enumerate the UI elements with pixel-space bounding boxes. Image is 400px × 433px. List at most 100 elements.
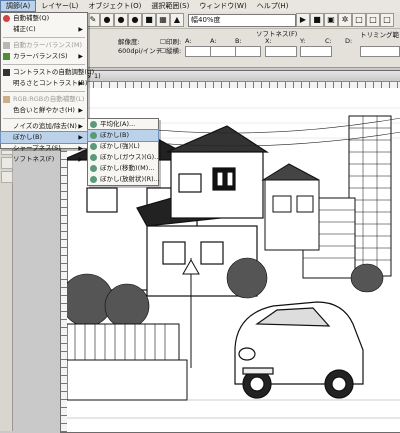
menu-item-noise[interactable]: ノイズの追加/除去(N) ▶: [1, 121, 87, 132]
chevron-right-icon: ▶: [78, 53, 83, 60]
play-icon: ▶: [299, 15, 307, 24]
menu-object[interactable]: オブジェクト(O): [83, 0, 146, 12]
blur-icon: [90, 165, 97, 172]
rgb-icon: [3, 96, 10, 103]
square-icon: □: [383, 15, 391, 24]
y-label: Y:: [300, 37, 306, 45]
tool-button[interactable]: ●: [128, 13, 142, 27]
x-label: X:: [265, 37, 272, 45]
blur-icon: [90, 132, 97, 139]
menu-separator: [3, 91, 85, 92]
field-b[interactable]: [235, 46, 261, 57]
x-field[interactable]: [265, 46, 297, 57]
field-label-d: D:: [345, 37, 353, 45]
tool-button[interactable]: ✎: [86, 13, 100, 27]
menu-item-auto-color-balance: 自動カラーバランス(M): [1, 40, 87, 51]
chevron-right-icon: ▶: [78, 134, 83, 141]
menu-item-blur-gauss[interactable]: ぼかし(ガウス)(G)...: [88, 152, 160, 163]
blur-icon: [90, 121, 97, 128]
menu-separator: [3, 118, 85, 119]
menu-item-blur-normal[interactable]: ぼかし(B): [87, 129, 159, 142]
chevron-right-icon: ▶: [78, 145, 83, 152]
width-select[interactable]: 幅40%度: [188, 14, 296, 27]
print-label: 印刷:: [166, 38, 182, 46]
document-title: a (ラスタ 1): [61, 71, 400, 82]
tool-button[interactable]: ✲: [338, 13, 352, 27]
checkbox-print[interactable]: ☐: [160, 38, 166, 46]
menu-item-hue-saturation[interactable]: 色合いと鮮やかさ(H) ▶: [1, 105, 87, 116]
tool-button[interactable]: □: [380, 13, 394, 27]
field-a2[interactable]: [210, 46, 236, 57]
ratio-label: 縦横:: [166, 47, 182, 55]
menu-item-blur-motion[interactable]: ぼかし(移動)(M)...: [88, 163, 158, 174]
checkbox-ratio[interactable]: ☐: [160, 47, 166, 55]
menu-separator: [3, 37, 85, 38]
tool-button[interactable]: □: [352, 13, 366, 27]
color-balance-icon: [3, 42, 10, 49]
menu-item-auto-contrast[interactable]: コントラストの自動調整(U): [1, 67, 94, 78]
menu-item-blur[interactable]: ぼかし(B) ▶: [0, 131, 88, 144]
menu-selection[interactable]: 選択範囲(S): [146, 0, 194, 12]
chevron-right-icon: ▶: [78, 123, 83, 130]
square-icon: □: [355, 15, 363, 24]
auto-icon: [3, 15, 10, 22]
gear-icon: ✲: [341, 15, 349, 24]
chevron-right-icon: ▶: [78, 80, 83, 87]
tool-button[interactable]: ●: [100, 13, 114, 27]
square-icon: □: [369, 15, 377, 24]
chevron-right-icon: ▶: [78, 26, 83, 33]
blur-submenu: 平均化(A)... ぼかし(B) ぼかし(強)(L) ぼかし(ガウス)(G)..…: [87, 118, 160, 186]
triangle-icon: ▲: [173, 15, 181, 24]
menu-window[interactable]: ウィンドウ(W): [194, 0, 251, 12]
zoom-tool[interactable]: [1, 171, 13, 183]
chevron-right-icon: ▶: [78, 107, 83, 114]
density-value: 600dpi/インチ: [118, 47, 163, 55]
contrast-icon: [3, 69, 10, 76]
tool-button[interactable]: ●: [114, 13, 128, 27]
tool-button[interactable]: ▲: [170, 13, 184, 27]
adjust-menu: 自動補整(Q) 補正(C) ▶ 自動カラーバランス(M) カラーバランス(S) ▶ …: [0, 12, 94, 163]
blur-icon: [90, 176, 97, 183]
menu-separator: [3, 64, 85, 65]
stop-button[interactable]: ■: [310, 13, 324, 27]
field-label-a2: A:: [210, 37, 217, 45]
menu-item-color-balance[interactable]: カラーバランス(S) ▶: [1, 51, 87, 62]
density-label: 解像度:: [118, 38, 140, 46]
grid-icon: ▦: [159, 15, 167, 24]
brush-icon: ✎: [89, 15, 97, 24]
tool-button[interactable]: ▦: [156, 13, 170, 27]
tool-button[interactable]: ■: [142, 13, 156, 27]
menu-item-correction[interactable]: 補正(C) ▶: [1, 24, 87, 35]
menu-item-rgb-auto: RGB:RGBの自動補整(L): [1, 94, 87, 105]
softness-label: ソフトネス(F): [256, 30, 298, 38]
tool-button[interactable]: ▣: [324, 13, 338, 27]
y-field[interactable]: [300, 46, 332, 57]
menu-adjust[interactable]: 調節(A): [0, 0, 37, 12]
crop-field[interactable]: [360, 46, 400, 57]
tool-button[interactable]: □: [366, 13, 380, 27]
field-label-b: B:: [235, 37, 242, 45]
frame-icon: ▣: [327, 15, 335, 24]
circle-icon: ●: [131, 15, 139, 24]
crop-label: トリミング範: [360, 31, 399, 39]
field-label-c: C:: [325, 37, 332, 45]
menu-item-softness[interactable]: ソフトネス(F) ▶: [1, 154, 87, 165]
menu-item-blur-radial[interactable]: ぼかし(放射状)(R)...: [88, 174, 160, 185]
square-icon: ■: [145, 15, 153, 24]
circle-icon: ●: [117, 15, 125, 24]
menu-layer[interactable]: レイヤー(L): [36, 0, 83, 12]
stop-icon: ■: [313, 15, 321, 24]
menu-item-brightness-contrast[interactable]: 明るさとコントラスト(B) ▶: [1, 78, 87, 89]
menu-item-auto-correct[interactable]: 自動補整(Q): [1, 13, 87, 24]
circle-icon: ●: [103, 15, 111, 24]
field-label-a: A:: [185, 37, 192, 45]
blur-icon: [90, 143, 97, 150]
field-a[interactable]: [185, 46, 211, 57]
menu-item-blur-strong[interactable]: ぼかし(強)(L): [88, 141, 158, 152]
menu-item-average[interactable]: 平均化(A)...: [88, 119, 158, 130]
chevron-right-icon: ▶: [78, 156, 83, 163]
menu-help[interactable]: ヘルプ(H): [252, 0, 294, 12]
menu-item-sharpness[interactable]: シャープネス(S) ▶: [1, 143, 87, 154]
blur-icon: [90, 154, 97, 161]
play-button[interactable]: ▶: [296, 13, 310, 27]
